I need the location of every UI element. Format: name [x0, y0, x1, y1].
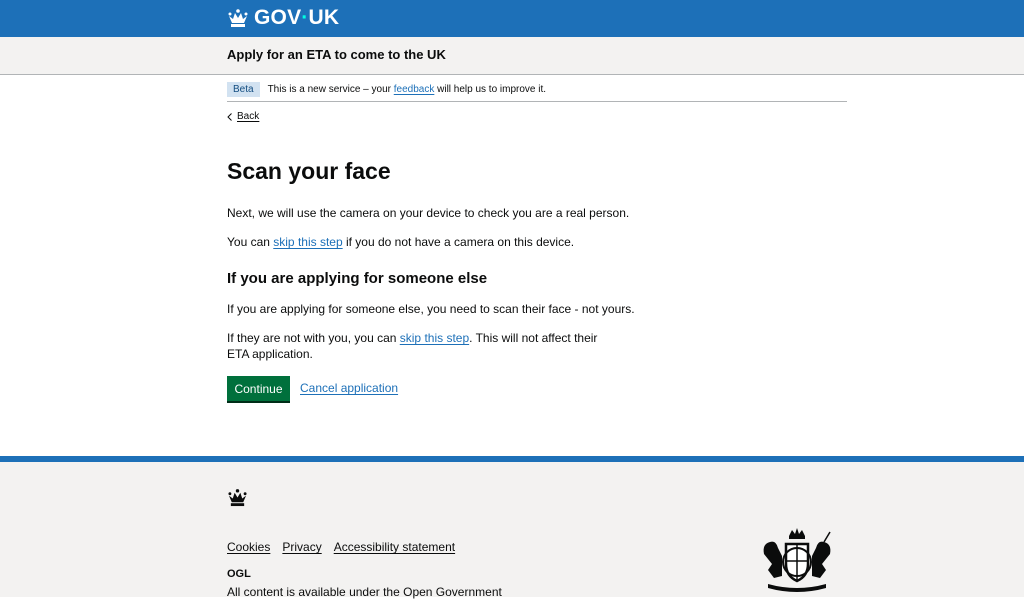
cancel-application-link[interactable]: Cancel application [300, 381, 398, 395]
footer-link-accessibility[interactable]: Accessibility statement [334, 540, 455, 554]
back-chevron-icon [227, 112, 232, 121]
crown-icon [228, 489, 247, 507]
footer [0, 462, 1024, 597]
back-link-label: Back [237, 111, 260, 122]
phase-banner: Beta This is a new service – your feedba… [227, 78, 847, 102]
footer-link-cookies[interactable]: Cookies [227, 540, 270, 554]
continue-button[interactable]: Continue [227, 376, 290, 401]
footer-links: Cookies Privacy Accessibility statement [227, 540, 455, 554]
feedback-link[interactable]: feedback [394, 84, 435, 95]
skip-step-link-2[interactable]: skip this step [400, 331, 469, 345]
crown-icon [228, 9, 248, 27]
not-with-you-paragraph: If they are not with you, you can skip t… [227, 331, 598, 361]
svg-text:OGL: OGL [227, 568, 251, 579]
intro-text: Next, we will use the camera on your dev… [227, 206, 630, 220]
someone-else-text: If you are applying for someone else, yo… [227, 302, 635, 316]
service-name[interactable]: Apply for an ETA to come to the UK [227, 47, 446, 62]
skip-step-link[interactable]: skip this step [273, 235, 342, 249]
skip-step-paragraph: You can skip this step if you do not hav… [227, 235, 575, 249]
service-navigation: Apply for an ETA to come to the UK [0, 37, 1024, 75]
page-title: Scan your face [227, 158, 391, 184]
govuk-header: GOV·UK [0, 0, 1024, 37]
govuk-logo-link[interactable]: GOV·UK [227, 5, 339, 31]
someone-else-heading: If you are applying for someone else [227, 270, 488, 287]
beta-tag: Beta [227, 82, 260, 97]
footer-link-privacy[interactable]: Privacy [282, 540, 321, 554]
phase-banner-text: This is a new service – your feedback wi… [267, 84, 547, 95]
royal-coat-of-arms [763, 528, 831, 592]
ogl-logo: OGL [227, 568, 251, 579]
back-link[interactable]: Back [227, 111, 259, 122]
govuk-wordmark: GOV·UK [254, 6, 340, 29]
